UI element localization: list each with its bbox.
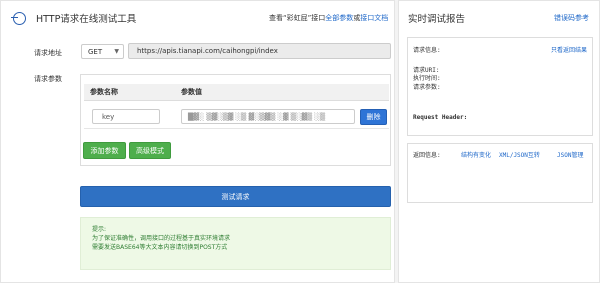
params-label: 请求参数	[34, 75, 62, 83]
method-select[interactable]: GET ▼	[81, 44, 124, 59]
top-links: 查看“彩虹屁”接口全部参数或接口文档	[269, 13, 388, 23]
title-row: HTTP请求在线测试工具	[11, 10, 137, 26]
top-links-prefix: 查看“彩虹屁”接口	[269, 14, 326, 22]
param-value-header: 参数值	[181, 88, 202, 96]
report-title: 实时调试报告	[408, 14, 466, 25]
param-key-input[interactable]: key	[92, 109, 160, 124]
all-params-link[interactable]: 全部参数	[325, 14, 353, 22]
tips-line-2: 需要发送BASE64等大文本内容请切换到POST方式	[92, 244, 228, 251]
params-table-header: 参数名称 参数值	[84, 84, 389, 101]
request-params-label: 请求参数:	[413, 84, 441, 91]
chevron-down-icon: ▼	[114, 48, 119, 55]
table-row: key █▓░ ▒▓░▒▓ ░▒ ▓░▒▓▒ ░▓ ▒░▓▒ ░▒ 删除	[84, 101, 389, 129]
test-request-button[interactable]: 测试请求	[80, 186, 391, 207]
request-header-label: Request Header:	[413, 114, 468, 121]
return-info-label: 返回信息:	[413, 152, 441, 159]
only-result-link[interactable]: 只看返回结果	[551, 45, 587, 54]
url-label: 请求地址	[34, 49, 62, 57]
tips-box: 提示: 为了保证准确性，调用接口的过程基于真实环境请求 需要发送BASE64等大…	[80, 217, 391, 270]
left-panel: HTTP请求在线测试工具 查看“彩虹屁”接口全部参数或接口文档 请求地址 GET…	[0, 0, 395, 283]
advanced-mode-button[interactable]: 高级模式	[129, 142, 171, 159]
page-title: HTTP请求在线测试工具	[36, 14, 137, 25]
structure-changed-link[interactable]: 结构有变化	[461, 150, 491, 159]
request-info-box: 请求信息: 只看返回结果 请求URI: 执行时间: 请求参数: Request …	[407, 37, 593, 136]
docs-link[interactable]: 接口文档	[360, 14, 388, 22]
xml-json-convert-link[interactable]: XML/JSON互转	[499, 150, 540, 159]
param-name-header: 参数名称	[90, 88, 118, 96]
delete-param-button[interactable]: 删除	[360, 109, 387, 125]
param-value-input[interactable]: █▓░ ▒▓░▒▓ ░▒ ▓░▒▓▒ ░▓ ▒░▓▒ ░▒	[181, 109, 355, 124]
params-table: 参数名称 参数值 key █▓░ ▒▓░▒▓ ░▒ ▓░▒▓▒ ░▓ ▒░▓▒ …	[80, 74, 391, 166]
return-info-box: 返回信息: 结构有变化 XML/JSON互转 JSON管理	[407, 143, 593, 203]
add-param-button[interactable]: 添加参数	[83, 142, 126, 159]
tips-line-1: 为了保证准确性，调用接口的过程基于真实环境请求	[92, 235, 231, 242]
method-select-value: GET	[88, 47, 103, 56]
right-panel: 实时调试报告 错误码参考 请求信息: 只看返回结果 请求URI: 执行时间: 请…	[398, 0, 600, 283]
exec-time-label: 执行时间:	[413, 75, 441, 82]
json-manage-link[interactable]: JSON管理	[557, 150, 583, 159]
request-info-label: 请求信息:	[413, 47, 441, 54]
logo-icon	[11, 11, 26, 25]
error-code-link[interactable]: 错误码参考	[554, 13, 589, 23]
url-input[interactable]: https://apis.tianapi.com/caihongpi/index	[128, 43, 391, 59]
tips-title: 提示:	[92, 226, 107, 233]
